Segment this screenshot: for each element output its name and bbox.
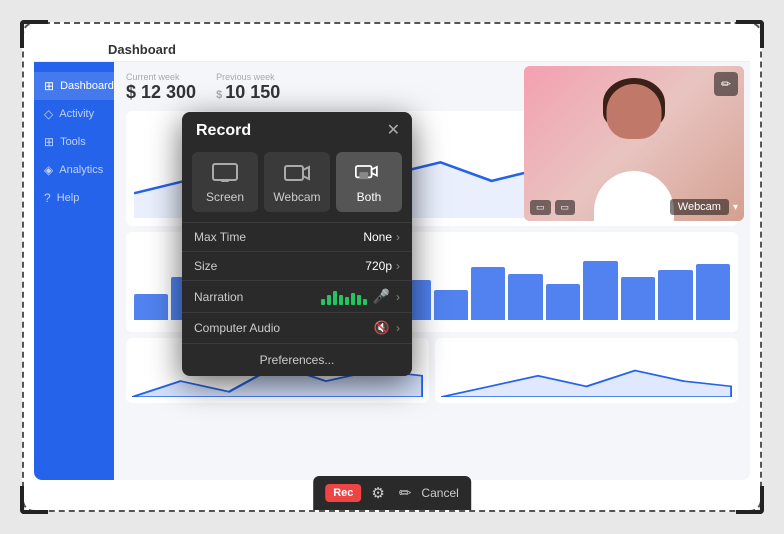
option-narration-row[interactable]: Narration 🎤 › [182,280,412,312]
option-maxtime-row[interactable]: Max Time None › [182,222,412,251]
bar-chart-bar [508,274,542,320]
narration-chevron-icon: › [396,290,400,304]
analytics-icon: ◈ [44,163,53,177]
screen-icon [211,162,239,184]
sidebar-item-label: Help [57,192,80,204]
narration-level-bars [321,289,367,305]
sidebar: ⊞ Dashboard ◇ Activity ⊞ Tools ◈ Analyti… [34,62,114,480]
bar-chart-bar [658,270,692,320]
webcam-toolbar: ▭ ▭ Webcam ▾ [530,199,738,215]
preferences-label: Preferences... [260,353,335,367]
narration-bar [363,299,367,305]
maxtime-label: Max Time [194,230,363,244]
person-head [607,84,662,139]
dialog-close-button[interactable]: ✕ [387,123,400,139]
settings-icon: ⚙ [371,485,384,502]
rec-button[interactable]: Rec [325,484,361,502]
webcam-person-bg [524,66,744,221]
mode-screen-button[interactable]: Screen [192,152,258,212]
mode-both-button[interactable]: Both [336,152,402,212]
webcam-edit-button[interactable]: ✏ [714,72,738,96]
bar-chart-bar [434,290,468,320]
activity-icon: ◇ [44,107,53,121]
both-icon [355,162,383,184]
audio-chevron-icon: › [396,321,400,335]
sidebar-item-tools[interactable]: ⊞ Tools [34,128,114,156]
area-chart-right [435,338,738,403]
narration-bar [333,291,337,305]
size-label: Size [194,259,365,273]
bar-chart-bar [546,284,580,320]
audio-label: Computer Audio [194,321,374,335]
settings-button[interactable]: ⚙ [367,482,388,504]
narration-bar [339,295,343,305]
dashboard-header: Dashboard [34,34,750,62]
dashboard-title: Dashboard [108,42,176,57]
mode-webcam-button[interactable]: Webcam [264,152,330,212]
sidebar-item-help[interactable]: ? Help [34,184,114,212]
narration-bar [321,299,325,305]
narration-bar [345,297,349,305]
main-frame: Dashboard ⊞ Dashboard ◇ Activity ⊞ Tools… [22,22,762,512]
dashboard-icon: ⊞ [44,79,54,93]
sidebar-item-label: Dashboard [60,80,114,92]
bar-chart-bar [583,261,617,321]
narration-label: Narration [194,290,321,304]
bottom-toolbar: Rec ⚙ ✏ Cancel [313,476,471,510]
sidebar-item-dashboard[interactable]: ⊞ Dashboard [34,72,114,100]
current-week-label: Current week [126,72,196,82]
dialog-header: Record ✕ [182,112,412,148]
maxtime-value: None [363,230,392,244]
narration-bar [327,295,331,305]
record-dialog: Record ✕ Screen [182,112,412,376]
bar-chart-bar [621,277,655,320]
microphone-icon: 🎤 [373,288,390,305]
tools-icon: ⊞ [44,135,54,149]
sidebar-item-label: Analytics [59,164,103,176]
webcam-dropdown-icon: ▾ [733,202,738,213]
bar-chart-bar [471,267,505,320]
previous-week-stat: Previous week $ 10 150 [216,72,280,103]
previous-week-value: $ 10 150 [216,82,280,103]
size-chevron-icon: › [396,259,400,273]
sidebar-item-label: Activity [59,108,94,120]
current-week-value: $ 12 300 [126,82,196,103]
area-chart-right-svg [441,344,732,397]
mode-buttons-group: Screen Webcam [182,148,412,222]
webcam-preview: ✏ ▭ ▭ Webcam ▾ [524,66,744,221]
cancel-button[interactable]: Cancel [421,486,458,500]
mode-both-label: Both [357,190,382,204]
dashboard-body: ⊞ Dashboard ◇ Activity ⊞ Tools ◈ Analyti… [34,62,750,480]
sidebar-item-label: Tools [60,136,86,148]
bar-chart-bar [134,294,168,320]
option-size-row[interactable]: Size 720p › [182,251,412,280]
maxtime-chevron-icon: › [396,230,400,244]
narration-bar [357,295,361,305]
size-value: 720p [365,259,392,273]
preferences-row[interactable]: Preferences... [182,343,412,376]
help-icon: ? [44,191,51,205]
webcam-layout-btn[interactable]: ▭ [555,200,576,215]
mode-screen-label: Screen [206,190,244,204]
option-audio-row[interactable]: Computer Audio 🔇 › [182,312,412,343]
sidebar-item-analytics[interactable]: ◈ Analytics [34,156,114,184]
main-content: Current week $ 12 300 Previous week $ 10… [114,62,750,480]
webcam-label: Webcam [670,199,729,215]
edit-button[interactable]: ✏ [395,482,416,504]
audio-mute-icon: 🔇 [374,320,390,336]
sidebar-item-activity[interactable]: ◇ Activity [34,100,114,128]
corner-br [736,486,764,514]
current-week-stat: Current week $ 12 300 [126,72,196,103]
mode-webcam-label: Webcam [273,190,320,204]
dashboard-window: Dashboard ⊞ Dashboard ◇ Activity ⊞ Tools… [34,34,750,480]
edit-icon: ✏ [399,485,412,502]
bar-chart-bar [696,264,730,320]
webcam-screen-btn[interactable]: ▭ [530,200,551,215]
corner-bl [20,486,48,514]
dialog-title: Record [196,122,251,140]
webcam-icon [283,162,311,184]
previous-week-label: Previous week [216,72,280,82]
narration-bar [351,293,355,305]
